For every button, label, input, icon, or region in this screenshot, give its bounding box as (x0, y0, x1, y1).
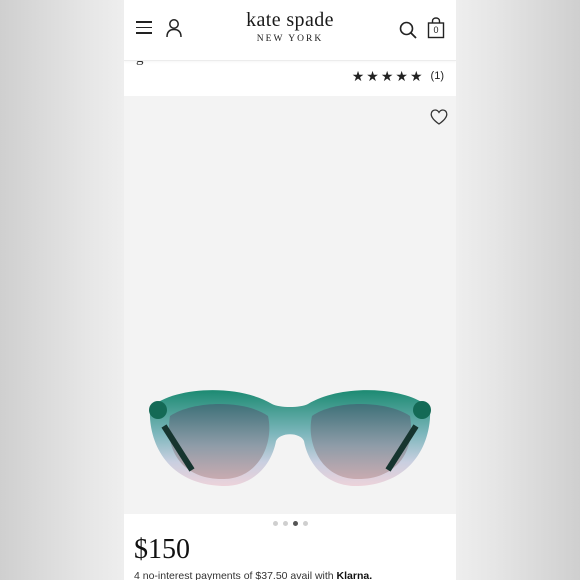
blurred-background-left (0, 0, 124, 580)
klarna-link[interactable]: Klarna. (337, 570, 373, 580)
rating-row[interactable]: ★ ★ ★ ★ ★ (1) (352, 69, 444, 83)
review-count[interactable]: (1) (431, 70, 444, 82)
phone-screen: kate spade NEW YORK 0 g ★ ★ ★ ★ ★ (1) (124, 0, 456, 580)
carousel-dot[interactable] (302, 521, 308, 526)
carousel-dot-active[interactable] (292, 521, 298, 526)
star-icon: ★ (409, 68, 423, 84)
bag-count: 0 (433, 25, 439, 35)
klarna-text: 4 no-interest payments of $37.50 avail w… (134, 570, 334, 580)
heart-icon[interactable] (430, 109, 448, 125)
product-price: $150 (134, 534, 190, 565)
carousel-dot[interactable] (282, 521, 288, 526)
site-header: kate spade NEW YORK 0 (124, 0, 456, 61)
search-icon[interactable] (399, 21, 417, 39)
carousel-indicators (124, 521, 456, 526)
product-image[interactable] (124, 96, 456, 514)
bag-icon[interactable]: 0 (427, 17, 445, 39)
star-icon: ★ (380, 68, 394, 84)
star-icon: ★ (366, 68, 379, 84)
blurred-background-right (456, 0, 580, 580)
star-icon: ★ (351, 68, 365, 84)
carousel-dot[interactable] (272, 521, 278, 526)
star-icon: ★ (395, 68, 408, 84)
sunglasses-image (149, 390, 431, 487)
klarna-payment-info: 4 no-interest payments of $37.50 avail w… (134, 570, 372, 580)
